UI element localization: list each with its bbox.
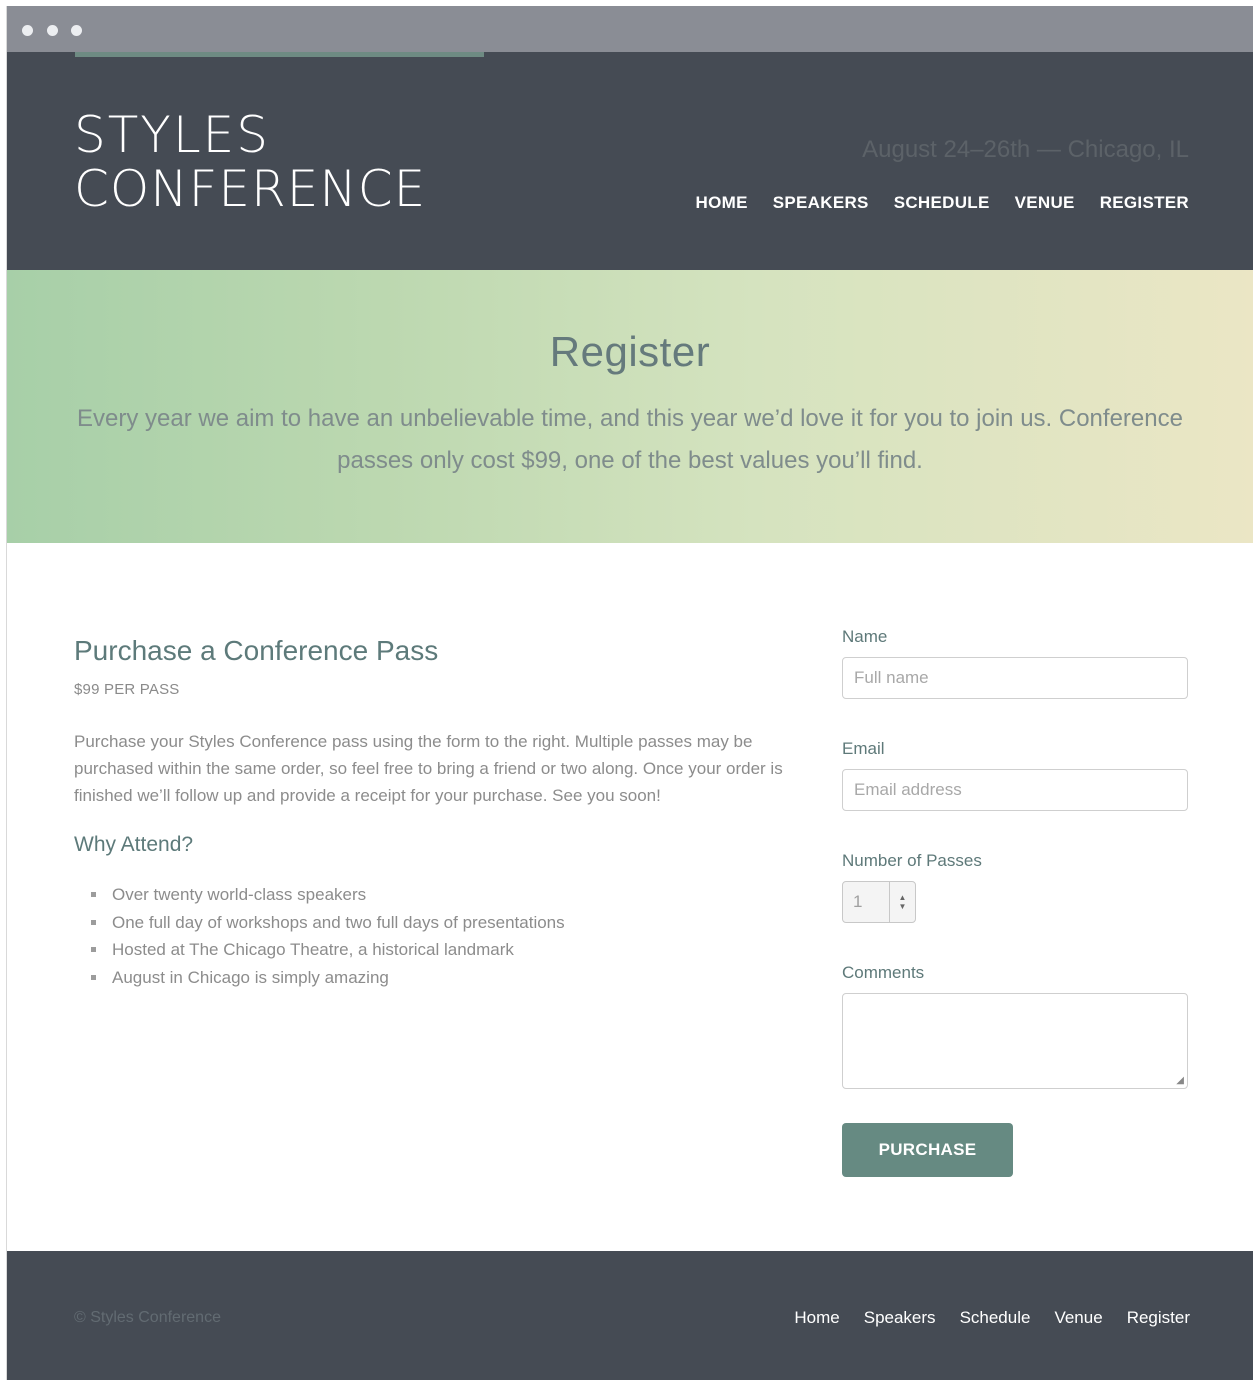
footer-nav-schedule[interactable]: Schedule (960, 1308, 1031, 1328)
comments-label: Comments (842, 963, 925, 982)
window-titlebar (7, 6, 1253, 52)
bullet-icon (91, 919, 96, 925)
section-heading: Purchase a Conference Pass (74, 635, 439, 666)
window-dot-close[interactable] (22, 25, 33, 36)
hero-banner: Register Every year we aim to have an un… (7, 270, 1253, 543)
pass-description: Purchase your Styles Conference pass usi… (74, 732, 783, 805)
pass-info: Purchase a Conference Pass $99 PER PASS … (74, 635, 809, 991)
window-dot-minimize[interactable] (47, 25, 58, 36)
footer-nav-register[interactable]: Register (1127, 1308, 1190, 1328)
list-item: One full day of workshops and two full d… (91, 909, 809, 937)
logo-line-2: CONFERENCE (74, 160, 427, 218)
site-header: STYLES CONFERENCE August 24–26th — Chica… (7, 52, 1253, 270)
nav-venue[interactable]: VENUE (1015, 193, 1075, 213)
stepper-arrows-icon[interactable]: ▲ ▼ (889, 882, 915, 922)
email-field[interactable]: Email address (842, 769, 1188, 811)
passes-label: Number of Passes (842, 851, 982, 870)
nav-speakers[interactable]: SPEAKERS (773, 193, 869, 213)
event-tagline: August 24–26th — Chicago, IL (862, 136, 1189, 163)
email-group: Email Email address (842, 739, 1190, 811)
footer-nav-venue[interactable]: Venue (1054, 1308, 1102, 1328)
purchase-button[interactable]: PURCHASE (842, 1123, 1013, 1177)
email-label: Email (842, 739, 885, 758)
reason-text: Hosted at The Chicago Theatre, a histori… (112, 940, 514, 959)
browser-window: STYLES CONFERENCE August 24–26th — Chica… (6, 6, 1253, 1380)
footer-nav: Home Speakers Schedule Venue Register (794, 1308, 1190, 1328)
window-dot-maximize[interactable] (71, 25, 82, 36)
nav-register[interactable]: REGISTER (1100, 193, 1189, 213)
comments-field[interactable]: ◢ (842, 993, 1188, 1089)
copyright-text: © Styles Conference (74, 1309, 221, 1326)
hero-text: Every year we aim to have an unbelievabl… (77, 405, 1183, 474)
comments-group: Comments ◢ (842, 963, 1190, 1089)
list-item: Over twenty world-class speakers (91, 881, 809, 909)
main-content: Purchase a Conference Pass $99 PER PASS … (7, 543, 1253, 1251)
bullet-icon (91, 947, 96, 953)
logo-line-1: STYLES (74, 106, 271, 164)
footer-nav-speakers[interactable]: Speakers (864, 1308, 936, 1328)
quantity-stepper[interactable]: 1 ▲ ▼ (842, 881, 916, 923)
resize-handle-icon[interactable]: ◢ (1176, 1075, 1184, 1086)
reason-text: One full day of workshops and two full d… (112, 912, 565, 932)
nav-home[interactable]: HOME (696, 193, 748, 213)
site-footer: © Styles Conference Home Speakers Schedu… (7, 1251, 1253, 1380)
registration-form: Name Full name Email Email address Numbe… (842, 627, 1190, 1177)
list-item: August in Chicago is simply amazing (91, 964, 809, 992)
why-attend-heading: Why Attend? (74, 833, 194, 856)
reason-text: August in Chicago is simply amazing (112, 967, 389, 987)
primary-nav: HOME SPEAKERS SCHEDULE VENUE REGISTER (696, 193, 1189, 213)
list-item: Hosted at The Chicago Theatre, a histori… (91, 936, 809, 964)
site-logo[interactable]: STYLES CONFERENCE (74, 108, 426, 216)
bullet-icon (91, 892, 96, 898)
nav-schedule[interactable]: SCHEDULE (894, 193, 990, 213)
page-title: Register (549, 328, 711, 375)
reasons-list: Over twenty world-class speakers One ful… (74, 881, 809, 991)
price-label: $99 PER PASS (74, 681, 180, 698)
reason-text: Over twenty world-class speakers (112, 885, 367, 904)
name-field[interactable]: Full name (842, 657, 1188, 699)
bullet-icon (91, 974, 96, 980)
quantity-value: 1 (853, 892, 863, 911)
footer-nav-home[interactable]: Home (794, 1308, 839, 1328)
name-group: Name Full name (842, 627, 1190, 699)
name-label: Name (842, 627, 888, 646)
passes-group: Number of Passes 1 ▲ ▼ (842, 851, 1190, 923)
header-accent-bar (75, 52, 484, 57)
